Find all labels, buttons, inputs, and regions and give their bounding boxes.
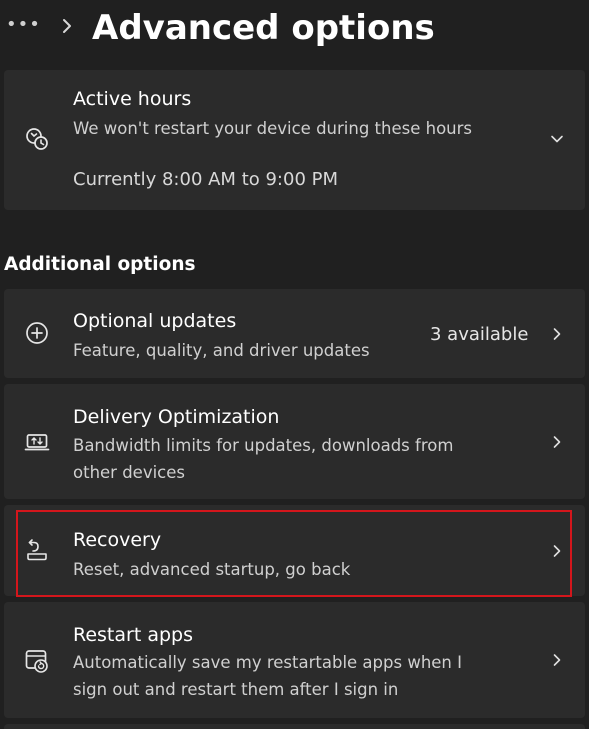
chevron-right-icon	[549, 434, 565, 450]
chevron-right-icon	[549, 543, 565, 559]
recovery-title: Recovery	[73, 529, 162, 551]
delivery-optimization-card[interactable]: Delivery Optimization Bandwidth limits f…	[4, 384, 585, 499]
restart-apps-subtitle-line1: Automatically save my restartable apps w…	[73, 653, 462, 672]
chevron-right-icon	[549, 652, 565, 668]
restart-apps-card[interactable]: Restart apps Automatically save my resta…	[4, 602, 585, 718]
delivery-optimization-icon	[24, 429, 50, 455]
restart-apps-icon	[24, 648, 50, 674]
optional-updates-title: Optional updates	[73, 310, 237, 332]
page-header: ••• Advanced options	[0, 0, 589, 64]
recovery-subtitle: Reset, advanced startup, go back	[73, 560, 351, 579]
delivery-optimization-subtitle-line2: other devices	[73, 463, 185, 482]
active-hours-card[interactable]: Active hours We won't restart your devic…	[4, 70, 585, 210]
delivery-optimization-subtitle-line1: Bandwidth limits for updates, downloads …	[73, 436, 454, 455]
active-hours-icon	[24, 126, 50, 152]
expand-chevron-icon[interactable]	[549, 131, 565, 147]
restart-apps-subtitle-line2: sign out and restart them after I sign i…	[73, 680, 399, 699]
optional-updates-count: 3 available	[430, 324, 529, 345]
active-hours-description: We won't restart your device during thes…	[73, 119, 473, 138]
optional-updates-subtitle: Feature, quality, and driver updates	[73, 341, 370, 360]
active-hours-title: Active hours	[73, 88, 192, 110]
restart-apps-title: Restart apps	[73, 624, 193, 646]
active-hours-current: Currently 8:00 AM to 9:00 PM	[73, 169, 339, 190]
recovery-card[interactable]: Recovery Reset, advanced startup, go bac…	[4, 505, 585, 596]
add-circle-icon	[24, 320, 50, 346]
delivery-optimization-title: Delivery Optimization	[73, 406, 280, 428]
more-button[interactable]: •••	[6, 14, 40, 36]
recovery-icon	[24, 538, 50, 564]
next-card-partial[interactable]	[4, 724, 585, 729]
breadcrumb-chevron-icon	[58, 15, 76, 37]
section-header-additional-options: Additional options	[4, 254, 196, 275]
optional-updates-card[interactable]: Optional updates Feature, quality, and d…	[4, 289, 585, 378]
chevron-right-icon	[549, 326, 565, 342]
page-title: Advanced options	[92, 8, 435, 48]
advanced-options-page: ••• Advanced options Active hours We won…	[0, 0, 589, 729]
